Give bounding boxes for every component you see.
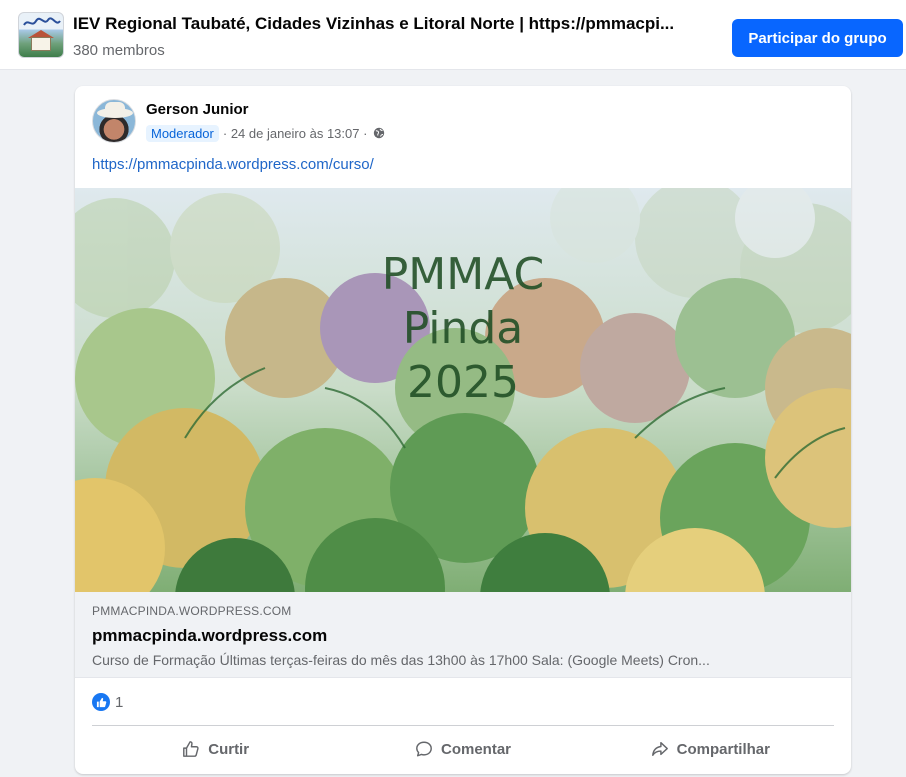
join-group-button[interactable]: Participar do grupo (732, 19, 903, 57)
reaction-count: 1 (115, 693, 124, 711)
link-title[interactable]: pmmacpinda.wordpress.com (92, 626, 327, 646)
forest-illustration (75, 188, 851, 592)
globe-icon[interactable] (373, 127, 385, 139)
post-timestamp[interactable]: · 24 de janeiro às 13:07 · (223, 126, 368, 141)
comment-label: Comentar (440, 740, 511, 758)
post-card: Gerson Junior Moderador · 24 de janeiro … (75, 86, 851, 774)
like-label: Curtir (208, 740, 250, 758)
group-member-count[interactable]: 380 membros (73, 42, 165, 59)
like-button[interactable]: Curtir (92, 730, 339, 768)
moderator-badge: Moderador (146, 124, 219, 142)
thumbs-up-icon (183, 741, 199, 757)
group-title[interactable]: IEV Regional Taubaté, Cidades Vizinhas e… (73, 14, 723, 34)
link-description: Curso de Formação Últimas terças-feiras … (92, 652, 710, 668)
hat-brim-icon (97, 108, 133, 118)
post-link[interactable]: https://pmmacpinda.wordpress.com/curso/ (92, 156, 374, 173)
group-header: IEV Regional Taubaté, Cidades Vizinhas e… (0, 0, 906, 70)
author-avatar[interactable] (92, 99, 136, 143)
comment-button[interactable]: Comentar (339, 730, 586, 768)
link-preview-image[interactable]: PMMAC Pinda 2025 (75, 188, 851, 592)
reactions-summary[interactable]: 1 (92, 692, 123, 712)
group-avatar[interactable] (18, 12, 64, 58)
like-icon (92, 693, 110, 711)
link-preview-meta[interactable]: PMMACPINDA.WORDPRESS.COM pmmacpinda.word… (75, 592, 851, 678)
house-icon (31, 37, 51, 51)
divider (92, 725, 834, 726)
group-avatar-logo-icon (22, 16, 62, 30)
comment-bubble-icon (416, 741, 432, 757)
author-name[interactable]: Gerson Junior (146, 101, 249, 118)
share-arrow-icon (651, 741, 668, 757)
share-button[interactable]: Compartilhar (587, 730, 834, 768)
share-label: Compartilhar (676, 740, 770, 758)
action-bar: Curtir Comentar Compartilhar (92, 730, 834, 768)
link-domain: PMMACPINDA.WORDPRESS.COM (92, 604, 292, 618)
post-meta: Moderador · 24 de janeiro às 13:07 · (146, 123, 385, 143)
